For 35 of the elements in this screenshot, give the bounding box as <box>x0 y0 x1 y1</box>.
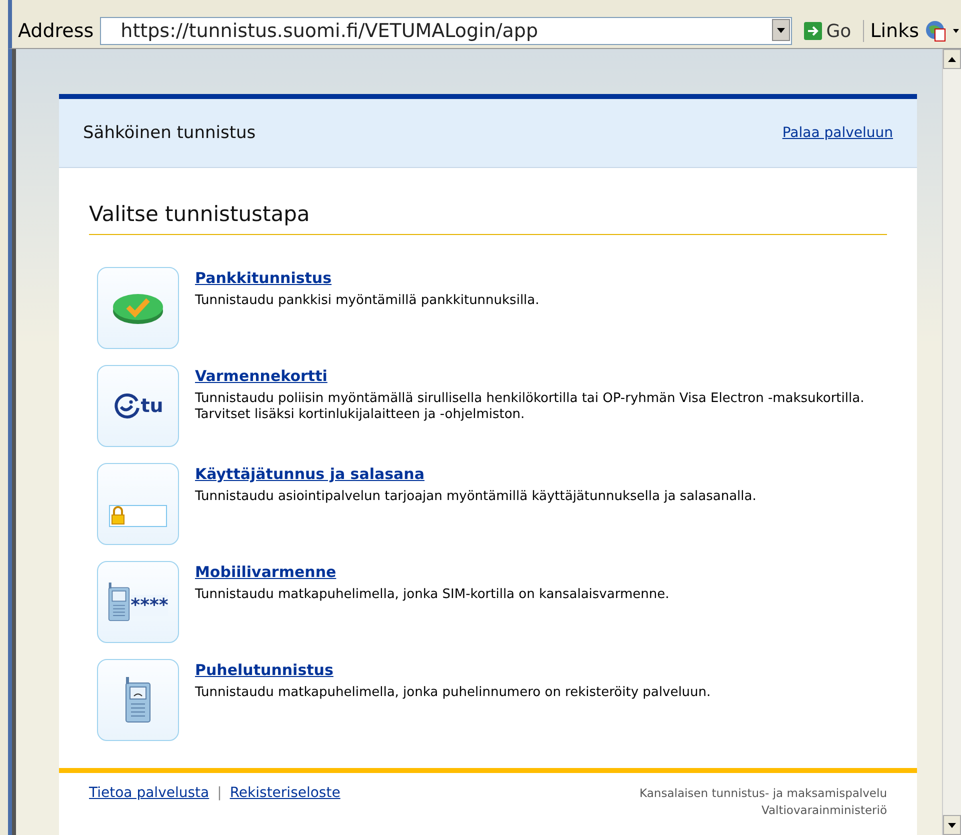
mobile-phone-icon <box>125 677 151 723</box>
smiley-logo: tu <box>112 392 164 420</box>
address-field[interactable]: https://tunnistus.suomi.fi/VETUMALogin/app <box>100 17 792 45</box>
footer-info-text: Valtiovarainministeriö <box>760 802 887 819</box>
method-description: Tunnistaudu matkapuhelimella, jonka SIM-kortilla on kansalaisvarmenne. <box>195 587 670 603</box>
method-description: Tunnistaudu asiointipalvelun tarjoajan myöntämillä käyttäjätunnuksella ja salasanalla. <box>195 489 756 505</box>
method-icon-tile[interactable] <box>97 267 179 349</box>
scroll-down-icon[interactable] <box>943 815 961 835</box>
padlock-field-icon <box>109 505 167 529</box>
scroll-up-icon[interactable] <box>943 49 961 69</box>
method-icon-tile[interactable] <box>97 463 179 545</box>
method-description: Tunnistaudu pankkisi myöntämillä pankkitunnuksilla. <box>195 293 540 309</box>
footer-link[interactable]: Rekisteriseloste <box>230 785 340 801</box>
method-icon-tile[interactable]: **** <box>97 561 179 643</box>
header-title: Sähköinen tunnistus <box>83 123 256 143</box>
method-link[interactable]: Käyttäjätunnus ja salasana <box>195 465 424 483</box>
method-icon-tile[interactable] <box>97 659 179 741</box>
go-button[interactable]: Go <box>798 20 858 42</box>
method-link[interactable]: Varmennekortti <box>195 367 328 385</box>
check-badge-icon <box>112 291 164 325</box>
links-label[interactable]: Links <box>863 20 919 42</box>
method-link[interactable]: Pankkitunnistus <box>195 269 332 287</box>
address-label: Address <box>18 20 94 42</box>
globe-document-icon[interactable] <box>925 19 961 43</box>
mobile-phone-icon <box>108 581 130 623</box>
method-icon-tile[interactable]: tu <box>97 365 179 447</box>
page-heading: Valitse tunnistustapa <box>89 202 887 235</box>
method-description: Tunnistaudu matkapuhelimella, jonka puhelinnumero on rekisteröity palveluun. <box>195 685 711 701</box>
method-link[interactable]: Puhelutunnistus <box>195 661 334 679</box>
footer-link[interactable]: Tietoa palvelusta <box>89 785 210 801</box>
method-description: Tunnistaudu poliisin myöntämällä sirullisella henkilökortilla tai OP-ryhmän Visa Electron -maksukortilla. Tarvitset lisäksi kortinlukijalaitteen ja -ohjelmiston. <box>195 391 866 423</box>
link-separator: | <box>217 785 222 801</box>
return-link[interactable]: Palaa palveluun <box>782 125 893 141</box>
footer-info-text: Kansalaisen tunnistus- ja maksamispalvelu <box>640 785 887 802</box>
method-link[interactable]: Mobiilivarmenne <box>195 563 336 581</box>
